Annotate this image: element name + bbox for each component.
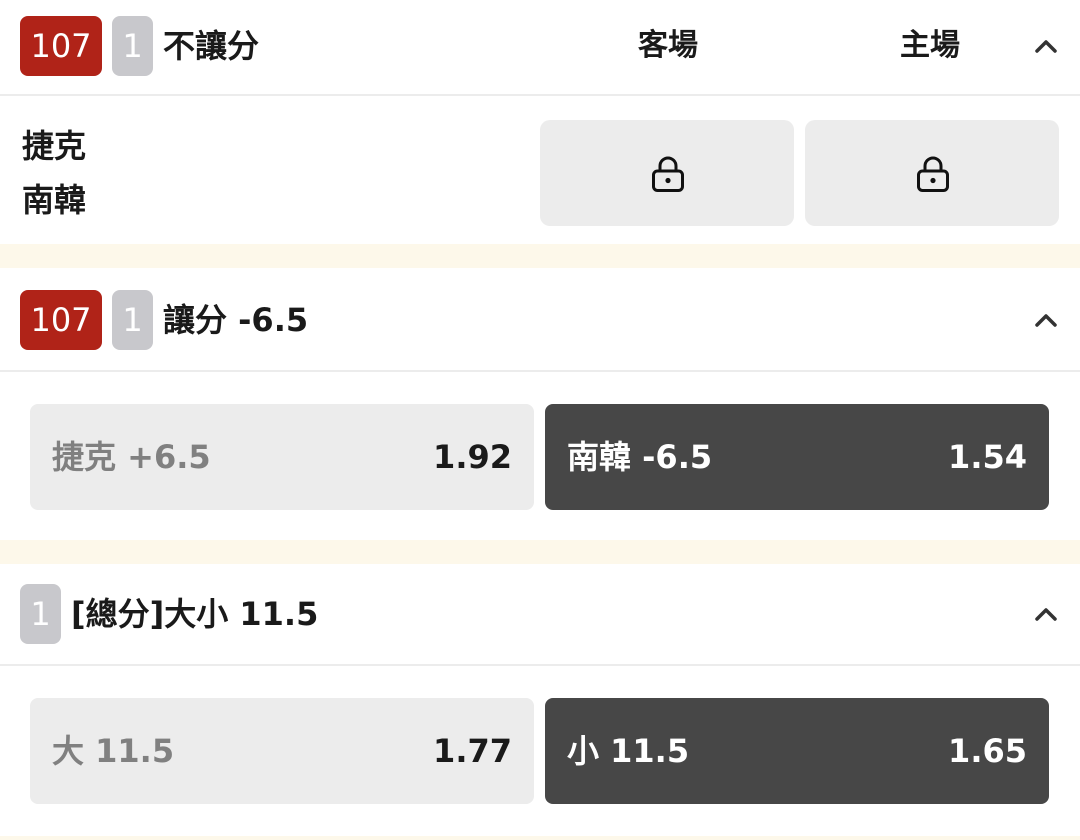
odds-value: 1.65 bbox=[948, 732, 1027, 770]
market-title: 不讓分 bbox=[163, 27, 260, 65]
away-odds-cell-locked[interactable] bbox=[540, 120, 794, 226]
event-number-badge: 107 bbox=[20, 290, 102, 350]
odds-value: 1.54 bbox=[948, 438, 1027, 476]
chevron-up-icon[interactable] bbox=[1030, 30, 1062, 62]
market-header[interactable]: 1 [總分]大小 11.5 bbox=[0, 564, 1080, 666]
selection-label: 大 11.5 bbox=[52, 732, 175, 770]
lock-icon bbox=[917, 156, 949, 192]
lock-icon bbox=[652, 156, 684, 192]
home-odds-cell-locked[interactable] bbox=[805, 120, 1059, 226]
market-count-badge: 1 bbox=[20, 584, 61, 644]
event-number-badge: 107 bbox=[20, 16, 102, 76]
odds-button-home[interactable]: 南韓 -6.5 1.54 bbox=[545, 404, 1049, 510]
selection-label: 捷克 +6.5 bbox=[52, 438, 211, 476]
selection-label: 南韓 -6.5 bbox=[567, 438, 713, 476]
odds-button-away[interactable]: 捷克 +6.5 1.92 bbox=[30, 404, 534, 510]
chevron-up-icon[interactable] bbox=[1030, 304, 1062, 336]
odds-button-under[interactable]: 小 11.5 1.65 bbox=[545, 698, 1049, 804]
market-handicap: 107 1 讓分 -6.5 捷克 +6.5 1.92 南韓 -6.5 1.54 bbox=[0, 268, 1080, 540]
odds-value: 1.77 bbox=[433, 732, 512, 770]
odds-value: 1.92 bbox=[433, 438, 512, 476]
selection-label: 小 11.5 bbox=[567, 732, 690, 770]
chevron-up-icon[interactable] bbox=[1030, 598, 1062, 630]
market-title: [總分]大小 11.5 bbox=[71, 595, 319, 633]
column-header-away: 客場 bbox=[638, 28, 698, 63]
market-count-badge: 1 bbox=[112, 16, 153, 76]
odds-button-over[interactable]: 大 11.5 1.77 bbox=[30, 698, 534, 804]
market-title: 讓分 -6.5 bbox=[163, 301, 309, 339]
market-total-points: 1 [總分]大小 11.5 大 11.5 1.77 小 11.5 1.65 bbox=[0, 564, 1080, 836]
market-moneyline: 107 1 不讓分 客場 主場 捷克 南韓 bbox=[0, 0, 1080, 244]
column-header-home: 主場 bbox=[900, 28, 960, 63]
market-header[interactable]: 107 1 讓分 -6.5 bbox=[0, 268, 1080, 372]
market-header[interactable]: 107 1 不讓分 客場 主場 bbox=[0, 0, 1080, 96]
team-away-name: 捷克 bbox=[22, 127, 87, 165]
team-home-name: 南韓 bbox=[22, 181, 87, 219]
market-count-badge: 1 bbox=[112, 290, 153, 350]
